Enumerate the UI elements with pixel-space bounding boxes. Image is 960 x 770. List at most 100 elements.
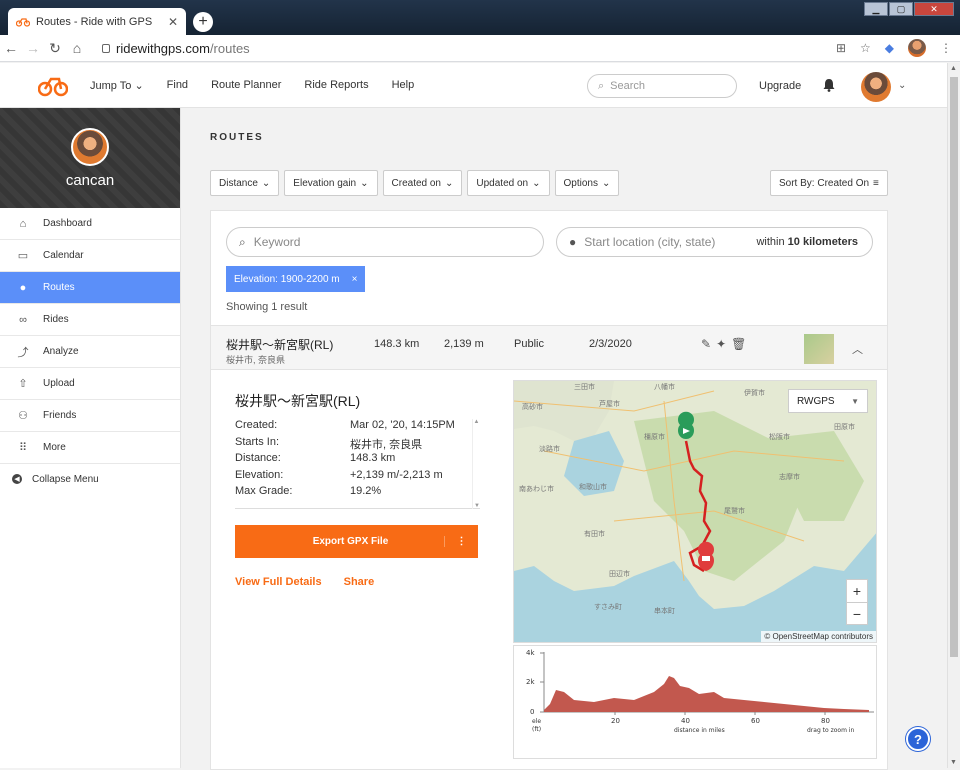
site-logo-icon[interactable] xyxy=(38,75,68,97)
sidebar-item-rides[interactable]: ∞ Rides xyxy=(0,304,180,336)
elevation-profile[interactable]: 4k 2k 0 20 40 60 80 ele (ft) distance in… xyxy=(513,645,877,759)
pin-icon[interactable]: ✦ xyxy=(716,337,726,351)
search-icon: ⌕ xyxy=(239,234,246,249)
bookmark-star-icon[interactable]: ☆ xyxy=(860,41,871,55)
route-visibility: Public xyxy=(514,338,544,350)
collapse-menu-button[interactable]: ◀ Collapse Menu xyxy=(0,464,180,494)
site-search-input[interactable]: ⌕ Search xyxy=(587,74,737,98)
start-marker-icon[interactable] xyxy=(678,411,694,439)
url-host: ridewithgps.com xyxy=(116,40,210,56)
page-scrollbar[interactable]: ▲ ▼ xyxy=(947,63,960,768)
sidebar-item-more[interactable]: ⠿ More xyxy=(0,432,180,464)
zoom-in-button[interactable]: + xyxy=(847,580,867,602)
map-attribution[interactable]: © OpenStreetMap contributors xyxy=(761,631,876,642)
svg-text:田原市: 田原市 xyxy=(834,422,855,431)
route-distance: 148.3 km xyxy=(374,338,420,350)
nav-help[interactable]: Help xyxy=(392,79,415,92)
sidebar-item-dashboard[interactable]: ⌂ Dashboard xyxy=(0,208,180,240)
sort-button[interactable]: Sort By: Created On ≡ xyxy=(770,170,888,196)
url-path: /routes xyxy=(209,40,250,56)
sidebar-item-upload[interactable]: ⇧ Upload xyxy=(0,368,180,400)
svg-text:志摩市: 志摩市 xyxy=(779,472,800,481)
help-button[interactable]: ? xyxy=(906,727,930,751)
sidebar-item-label: Upload xyxy=(43,378,75,389)
browser-menu-icon[interactable]: ⋮ xyxy=(940,41,952,55)
home-icon[interactable]: ⌂ xyxy=(66,40,88,56)
svg-text:伊賀市: 伊賀市 xyxy=(744,388,765,397)
user-menu-chevron-icon[interactable]: ⌄ xyxy=(898,80,906,91)
filter-created-button[interactable]: Created on ⌄ xyxy=(382,170,463,196)
close-window-icon[interactable]: ✕ xyxy=(914,2,954,16)
route-name[interactable]: 桜井駅～新宮駅(RL) xyxy=(226,336,333,353)
filter-bar: Distance ⌄ Elevation gain ⌄ Created on ⌄ Up… xyxy=(210,170,620,196)
map-layer-select[interactable]: RWGPS ▼ xyxy=(788,389,868,413)
maximize-icon[interactable]: ▢ xyxy=(889,2,913,16)
notification-bell-icon[interactable] xyxy=(823,78,835,92)
within-radius-selector[interactable]: within 10 kilometers xyxy=(756,236,858,248)
export-gpx-button[interactable]: Export GPX File ⋮ xyxy=(235,525,478,558)
sidebar-avatar[interactable] xyxy=(71,127,109,166)
route-map[interactable]: 三田市八幡市伊賀市高砂市芦屋市亀山市田原市淡路市橿原市松阪市南あわじ市和歌山市志… xyxy=(513,380,877,643)
trash-icon[interactable]: 🗑 xyxy=(731,337,746,351)
sidebar-item-analyze[interactable]: ⤴ Analyze xyxy=(0,336,180,368)
search-icon: ⌕ xyxy=(598,79,605,92)
translate-icon[interactable]: ⊞ xyxy=(836,41,846,55)
elevation-area xyxy=(544,676,869,712)
sidebar-item-friends[interactable]: ⚇ Friends xyxy=(0,400,180,432)
new-tab-button[interactable]: + xyxy=(193,12,213,32)
chevron-down-icon: ⌄ xyxy=(532,177,541,189)
nav-ride-reports[interactable]: Ride Reports xyxy=(304,79,368,92)
scroll-down-icon[interactable]: ▼ xyxy=(950,759,957,766)
scroll-up-icon[interactable]: ▲ xyxy=(950,65,957,72)
extension-icon[interactable]: ◆ xyxy=(885,41,894,55)
filter-options-button[interactable]: Options ⌄ xyxy=(554,170,620,196)
chevron-down-icon: ⌄ xyxy=(134,80,144,92)
nav-jump-to[interactable]: Jump To ⌄ xyxy=(90,79,144,92)
chevron-up-icon[interactable]: ︿ xyxy=(852,341,863,357)
route-thumbnail[interactable] xyxy=(804,334,834,364)
location-input[interactable]: ● Start location (city, state) within 10… xyxy=(556,227,873,257)
nav-route-planner[interactable]: Route Planner xyxy=(211,79,281,92)
back-icon[interactable]: ← xyxy=(0,40,22,56)
forward-icon[interactable]: → xyxy=(22,40,44,56)
sidebar-item-label: Routes xyxy=(43,282,75,293)
upgrade-link[interactable]: Upgrade xyxy=(759,80,801,92)
route-elevation: 2,139 m xyxy=(444,338,484,350)
filter-elevation-button[interactable]: Elevation gain ⌄ xyxy=(284,170,378,196)
info-scrollbar[interactable]: ▲ ▼ xyxy=(472,419,480,509)
keyword-input[interactable]: ⌕ Keyword xyxy=(226,227,544,257)
svg-text:八幡市: 八幡市 xyxy=(654,382,675,391)
edit-pencil-icon[interactable]: ✎ xyxy=(701,337,711,351)
user-avatar[interactable] xyxy=(861,72,891,102)
nav-find[interactable]: Find xyxy=(167,79,188,92)
export-more-icon[interactable]: ⋮ xyxy=(444,536,478,547)
profile-avatar-icon[interactable] xyxy=(908,39,926,57)
end-marker-icon[interactable] xyxy=(698,541,714,571)
browser-tab-bar: Routes - Ride with GPS ✕ + ▁ ▢ ✕ xyxy=(0,0,960,35)
info-row: Distance: 148.3 km xyxy=(235,452,396,464)
filter-distance-button[interactable]: Distance ⌄ xyxy=(210,170,280,196)
reload-icon[interactable]: ↻ xyxy=(44,40,66,57)
x-tick-label: 40 xyxy=(681,717,690,725)
filter-updated-button[interactable]: Updated on ⌄ xyxy=(467,170,550,196)
browser-tab[interactable]: Routes - Ride with GPS ✕ xyxy=(8,8,186,35)
scroll-up-icon[interactable]: ▲ xyxy=(473,419,480,425)
url-field[interactable]: ridewithgps.com/routes xyxy=(102,41,250,56)
scrollbar-thumb[interactable] xyxy=(950,77,958,657)
close-tab-icon[interactable]: ✕ xyxy=(168,15,178,29)
route-row[interactable]: 桜井駅～新宮駅(RL) 桜井市, 奈良県 148.3 km 2,139 m Pu… xyxy=(211,325,887,370)
svg-text:尾鷲市: 尾鷲市 xyxy=(724,506,745,515)
chip-close-icon[interactable]: × xyxy=(352,274,358,285)
info-row: Max Grade: 19.2% xyxy=(235,485,382,497)
scroll-down-icon[interactable]: ▼ xyxy=(473,503,481,509)
share-link[interactable]: Share xyxy=(344,576,375,588)
pin-icon: ● xyxy=(19,281,27,294)
sidebar-item-routes[interactable]: ● Routes xyxy=(0,272,180,304)
chevron-down-icon: ⌄ xyxy=(445,177,454,189)
caret-down-icon: ▼ xyxy=(851,396,859,406)
view-full-details-link[interactable]: View Full Details xyxy=(235,576,322,588)
sidebar-item-calendar[interactable]: ▭ Calendar xyxy=(0,240,180,272)
minimize-icon[interactable]: ▁ xyxy=(864,2,888,16)
info-row: Starts In: 桜井市, 奈良県 xyxy=(235,435,423,451)
zoom-out-button[interactable]: − xyxy=(847,602,867,624)
